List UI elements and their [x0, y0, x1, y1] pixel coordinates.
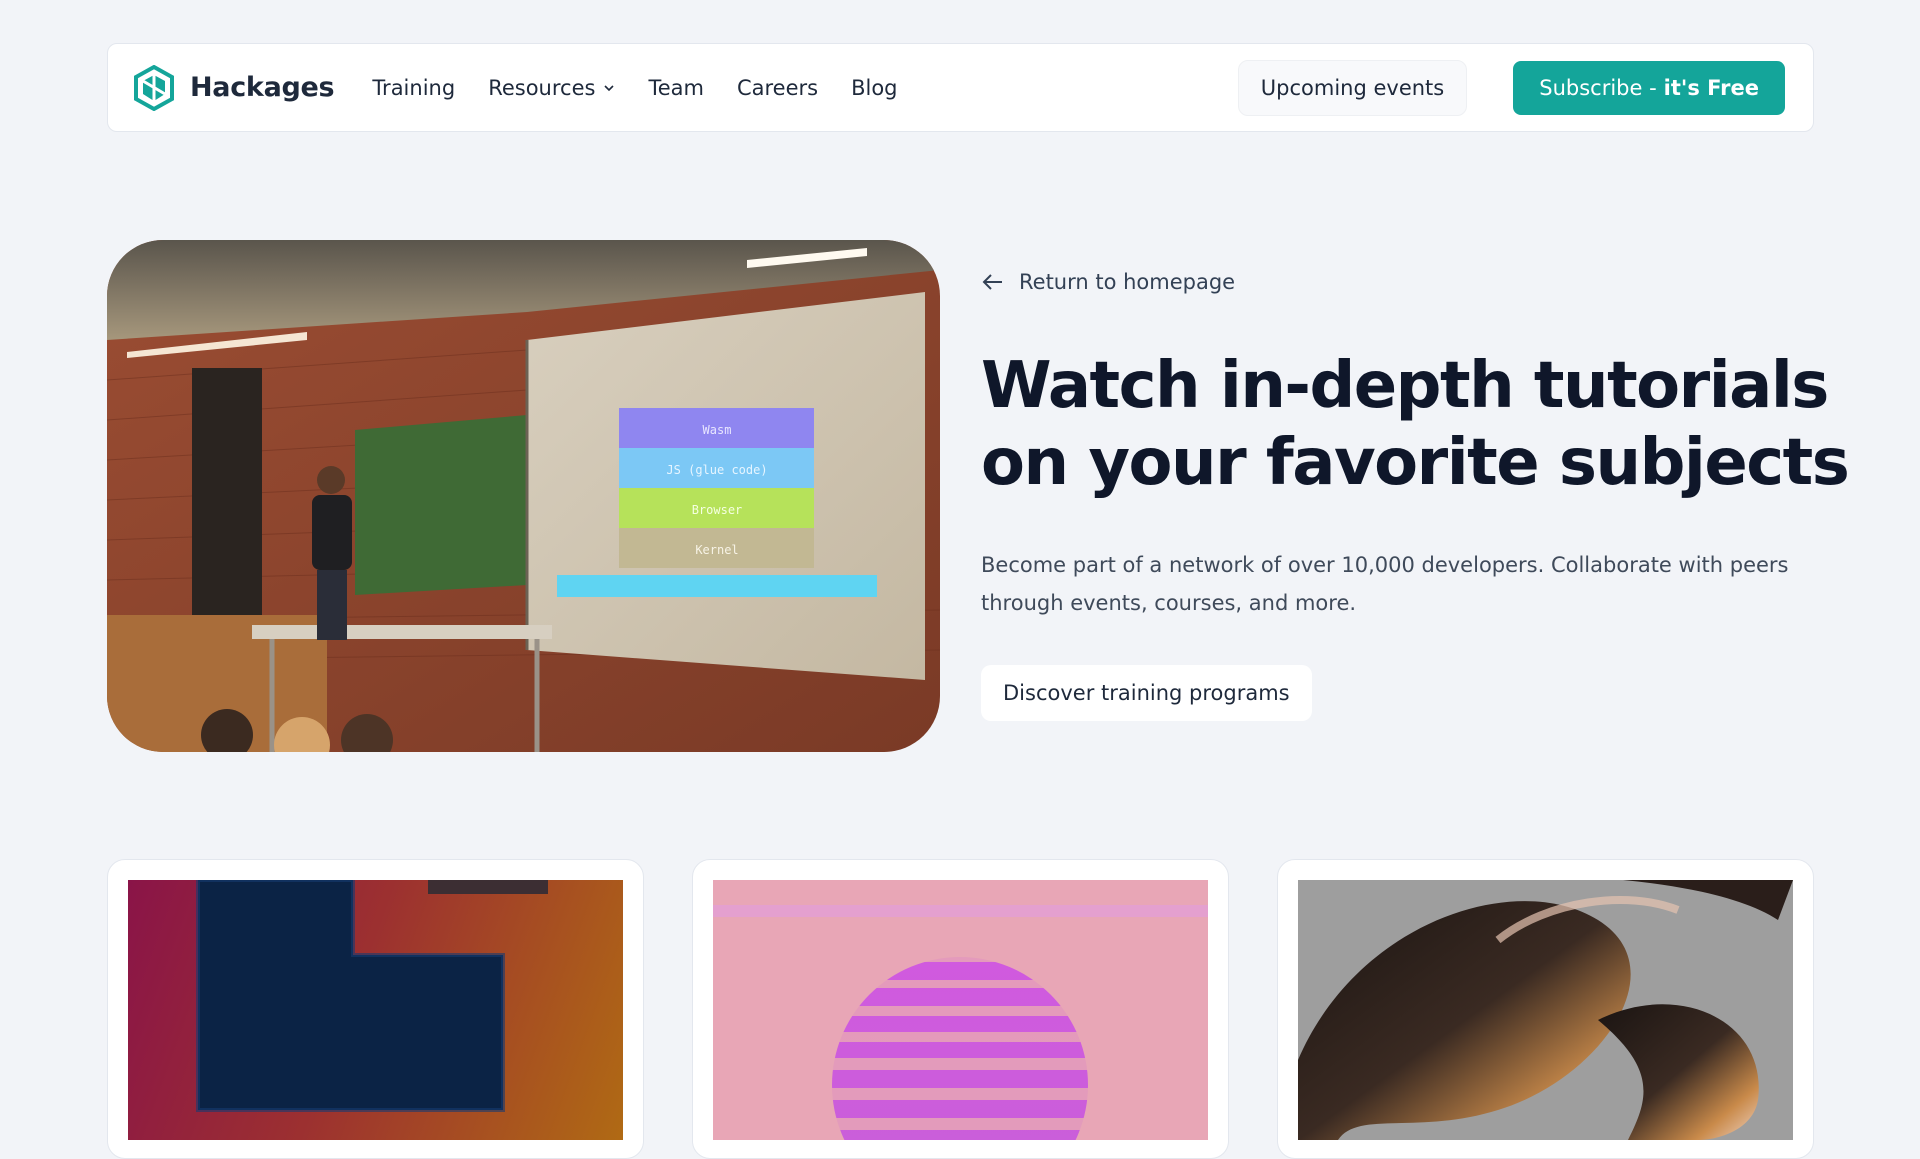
hackages-logo-icon: [134, 64, 174, 111]
hero-lead: Become part of a network of over 10,000 …: [981, 553, 1789, 615]
brand-name: Hackages: [190, 72, 335, 103]
hero-title: Watch in-depth tutorials on your favorit…: [981, 348, 1861, 502]
return-to-homepage-link[interactable]: Return to homepage: [981, 270, 1861, 294]
top-navbar: Hackages Training Resources Team Careers…: [107, 43, 1814, 132]
hero-content: Return to homepage Watch in-depth tutori…: [981, 270, 1861, 721]
subscribe-emphasis: it's Free: [1663, 75, 1759, 100]
return-to-homepage-label: Return to homepage: [1019, 270, 1236, 294]
arrow-left-icon: [982, 274, 1002, 290]
tutorial-card[interactable]: [107, 859, 644, 1159]
lecture-illustration: Wasm JS (glue code) Browser Kernel: [107, 240, 940, 752]
subscribe-label: Subscribe -: [1539, 75, 1657, 100]
card-thumbnail: [713, 880, 1208, 1140]
slide-layer-wasm: Wasm: [703, 423, 732, 437]
discover-training-programs-button[interactable]: Discover training programs: [981, 665, 1312, 721]
slide-layer-kernel: Kernel: [695, 543, 738, 557]
nav-link-careers[interactable]: Careers: [737, 76, 818, 100]
brand-logo[interactable]: Hackages: [132, 64, 335, 111]
upcoming-events-button[interactable]: Upcoming events: [1237, 59, 1468, 116]
nav-link-resources[interactable]: Resources: [488, 76, 615, 100]
slide-layer-js: JS (glue code): [666, 463, 767, 477]
hero-title-line-1: Watch in-depth tutorials: [981, 349, 1829, 423]
nav-link-blog[interactable]: Blog: [851, 76, 897, 100]
chevron-down-icon: [604, 84, 615, 91]
abstract-shape-image: [196, 880, 548, 1112]
tutorial-card[interactable]: [1277, 859, 1814, 1159]
slide-layer-browser: Browser: [692, 503, 743, 517]
subscribe-button[interactable]: Subscribe - it's Free: [1513, 60, 1785, 115]
nav-link-team[interactable]: Team: [648, 76, 704, 100]
hero-lecture-photo: Wasm JS (glue code) Browser Kernel: [107, 240, 940, 752]
card-thumbnail: [1298, 880, 1793, 1140]
chrome-coil-image: [1298, 880, 1793, 1140]
tutorial-card[interactable]: [692, 859, 1229, 1159]
striped-sun-image: [713, 905, 1208, 1140]
nav-link-resources-label: Resources: [488, 75, 596, 100]
card-thumbnail: [128, 880, 623, 1140]
nav-links: Training Resources Team Careers Blog: [372, 76, 930, 100]
nav-link-training[interactable]: Training: [372, 76, 455, 100]
hero-title-line-2: on your favorite subjects: [981, 426, 1850, 500]
